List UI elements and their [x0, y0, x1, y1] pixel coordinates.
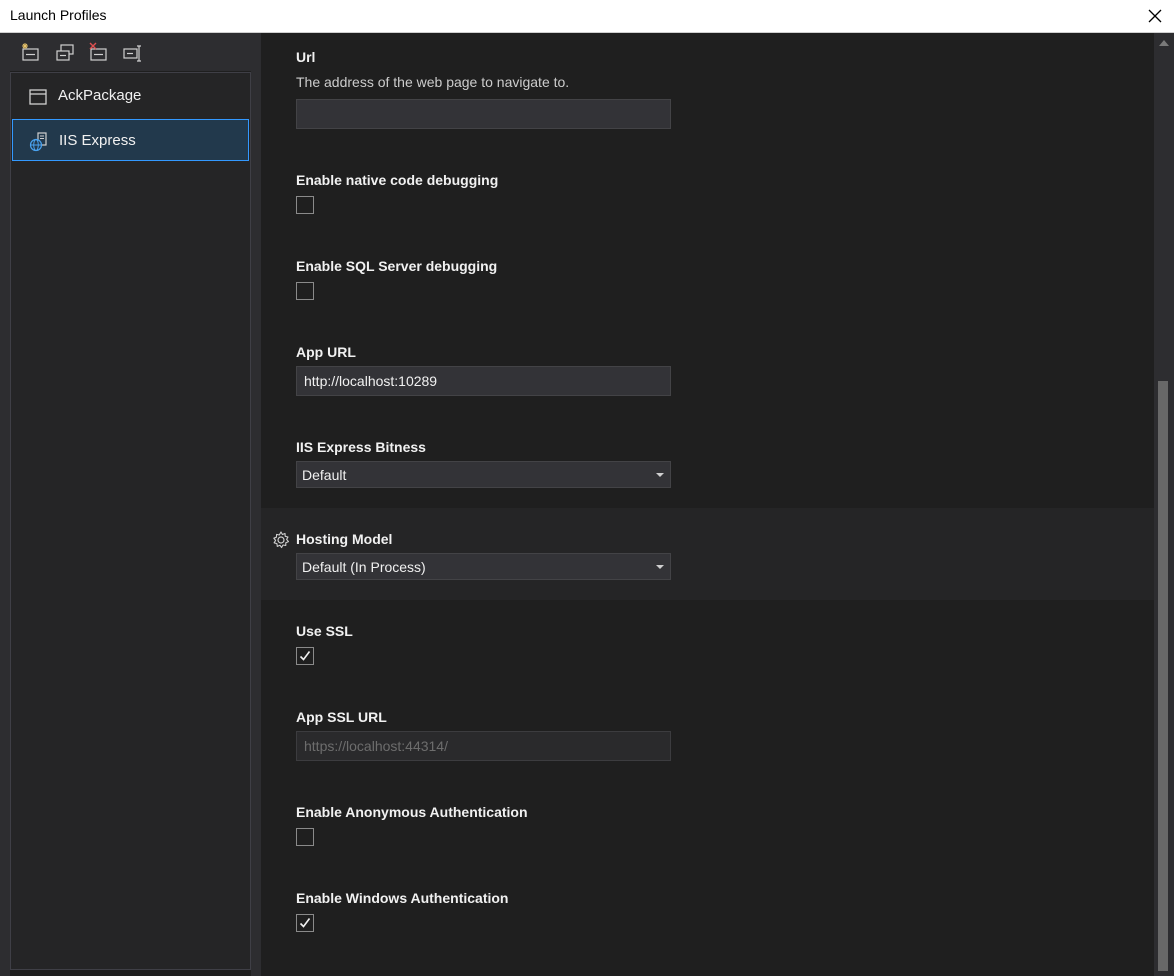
anonymous-auth-setting: Enable Anonymous Authentication — [296, 803, 916, 821]
hosting-model-setting: Hosting Model — [296, 530, 916, 548]
profile-label: AckPackage — [58, 87, 142, 104]
profile-settings-panel: Url The address of the web page to navig… — [261, 33, 1154, 976]
native-debugging-checkbox[interactable] — [296, 196, 314, 214]
sql-debugging-label: Enable SQL Server debugging — [296, 258, 498, 274]
window-icon — [28, 87, 48, 107]
chevron-down-icon — [656, 565, 664, 569]
profile-label: IIS Express — [59, 132, 136, 149]
checkmark-icon — [299, 918, 311, 928]
window-title-bar: Launch Profiles — [0, 0, 1174, 33]
bitness-label: IIS Express Bitness — [296, 439, 426, 455]
web-server-icon — [29, 132, 49, 152]
hosting-model-value: Default (In Process) — [302, 559, 426, 575]
anonymous-auth-label: Enable Anonymous Authentication — [296, 804, 528, 820]
native-debugging-label: Enable native code debugging — [296, 172, 499, 188]
anonymous-auth-checkbox[interactable] — [296, 828, 314, 846]
sql-debugging-setting: Enable SQL Server debugging — [296, 257, 916, 275]
delete-profile-icon[interactable] — [88, 42, 110, 64]
bitness-value: Default — [302, 467, 347, 483]
checkmark-icon — [299, 651, 311, 661]
use-ssl-checkbox[interactable] — [296, 647, 314, 665]
sql-debugging-checkbox[interactable] — [296, 282, 314, 300]
app-url-label: App URL — [296, 344, 356, 360]
profile-item-iis-express[interactable]: IIS Express — [12, 119, 249, 161]
gear-icon — [271, 530, 291, 550]
app-ssl-url-input: https://localhost:44314/ — [296, 731, 671, 761]
bitness-dropdown[interactable]: Default — [296, 461, 671, 488]
copy-profile-icon[interactable] — [54, 42, 76, 64]
profile-list: AckPackage IIS Express — [10, 72, 251, 970]
hosting-model-dropdown[interactable]: Default (In Process) — [296, 553, 671, 580]
scroll-up-icon[interactable] — [1159, 40, 1169, 46]
splitter[interactable] — [251, 33, 261, 976]
windows-auth-label: Enable Windows Authentication — [296, 890, 509, 906]
use-ssl-setting: Use SSL — [296, 622, 916, 640]
left-edge-strip — [0, 33, 10, 976]
chevron-down-icon — [656, 473, 664, 477]
close-icon[interactable] — [1142, 3, 1168, 29]
url-label: Url — [296, 49, 316, 65]
hosting-model-label: Hosting Model — [296, 531, 393, 547]
window-title: Launch Profiles — [10, 7, 107, 23]
scrollbar-thumb[interactable] — [1158, 381, 1168, 971]
app-url-input[interactable]: http://localhost:10289 — [296, 366, 671, 396]
new-profile-icon[interactable] — [20, 42, 42, 64]
app-ssl-url-label: App SSL URL — [296, 709, 387, 725]
native-debugging-setting: Enable native code debugging — [296, 171, 916, 189]
profile-item-ackpackage[interactable]: AckPackage — [12, 75, 249, 117]
windows-auth-setting: Enable Windows Authentication — [296, 889, 916, 907]
use-ssl-label: Use SSL — [296, 623, 353, 639]
windows-auth-checkbox[interactable] — [296, 914, 314, 932]
url-input[interactable] — [296, 99, 671, 129]
bitness-setting: IIS Express Bitness — [296, 438, 916, 456]
url-setting: Url The address of the web page to navig… — [296, 48, 916, 91]
app-ssl-url-setting: App SSL URL — [296, 708, 916, 726]
rename-profile-icon[interactable] — [122, 42, 144, 64]
url-description: The address of the web page to navigate … — [296, 74, 570, 90]
app-url-setting: App URL — [296, 343, 916, 361]
vertical-scrollbar[interactable] — [1154, 33, 1174, 976]
profiles-toolbar — [10, 33, 260, 71]
